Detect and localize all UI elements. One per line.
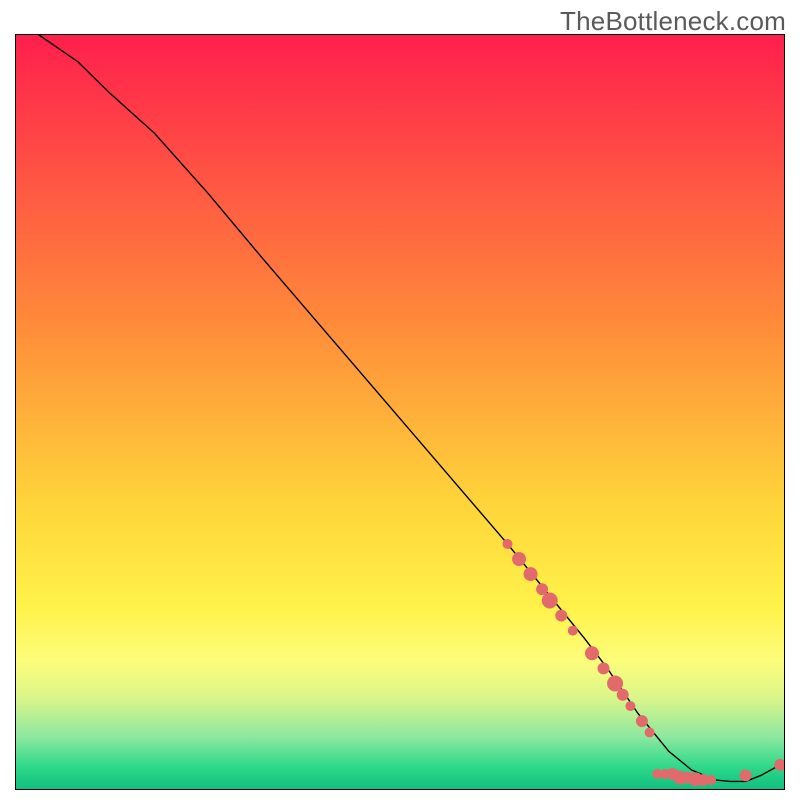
data-point xyxy=(503,539,513,549)
background-rect xyxy=(16,35,784,789)
data-point xyxy=(706,775,716,785)
chart-svg xyxy=(16,35,784,789)
data-point xyxy=(542,593,558,609)
data-point xyxy=(625,701,635,711)
data-point xyxy=(607,675,623,691)
data-point xyxy=(598,662,610,674)
data-point xyxy=(585,646,599,660)
data-point xyxy=(617,689,629,701)
watermark-text: TheBottleneck.com xyxy=(560,6,786,37)
data-point xyxy=(636,715,648,727)
data-point xyxy=(555,610,567,622)
plot-area xyxy=(15,34,785,790)
data-point xyxy=(524,567,538,581)
data-point xyxy=(645,727,655,737)
data-point xyxy=(740,769,752,781)
data-point xyxy=(568,626,578,636)
data-point xyxy=(512,552,526,566)
chart-frame: TheBottleneck.com xyxy=(0,0,800,800)
